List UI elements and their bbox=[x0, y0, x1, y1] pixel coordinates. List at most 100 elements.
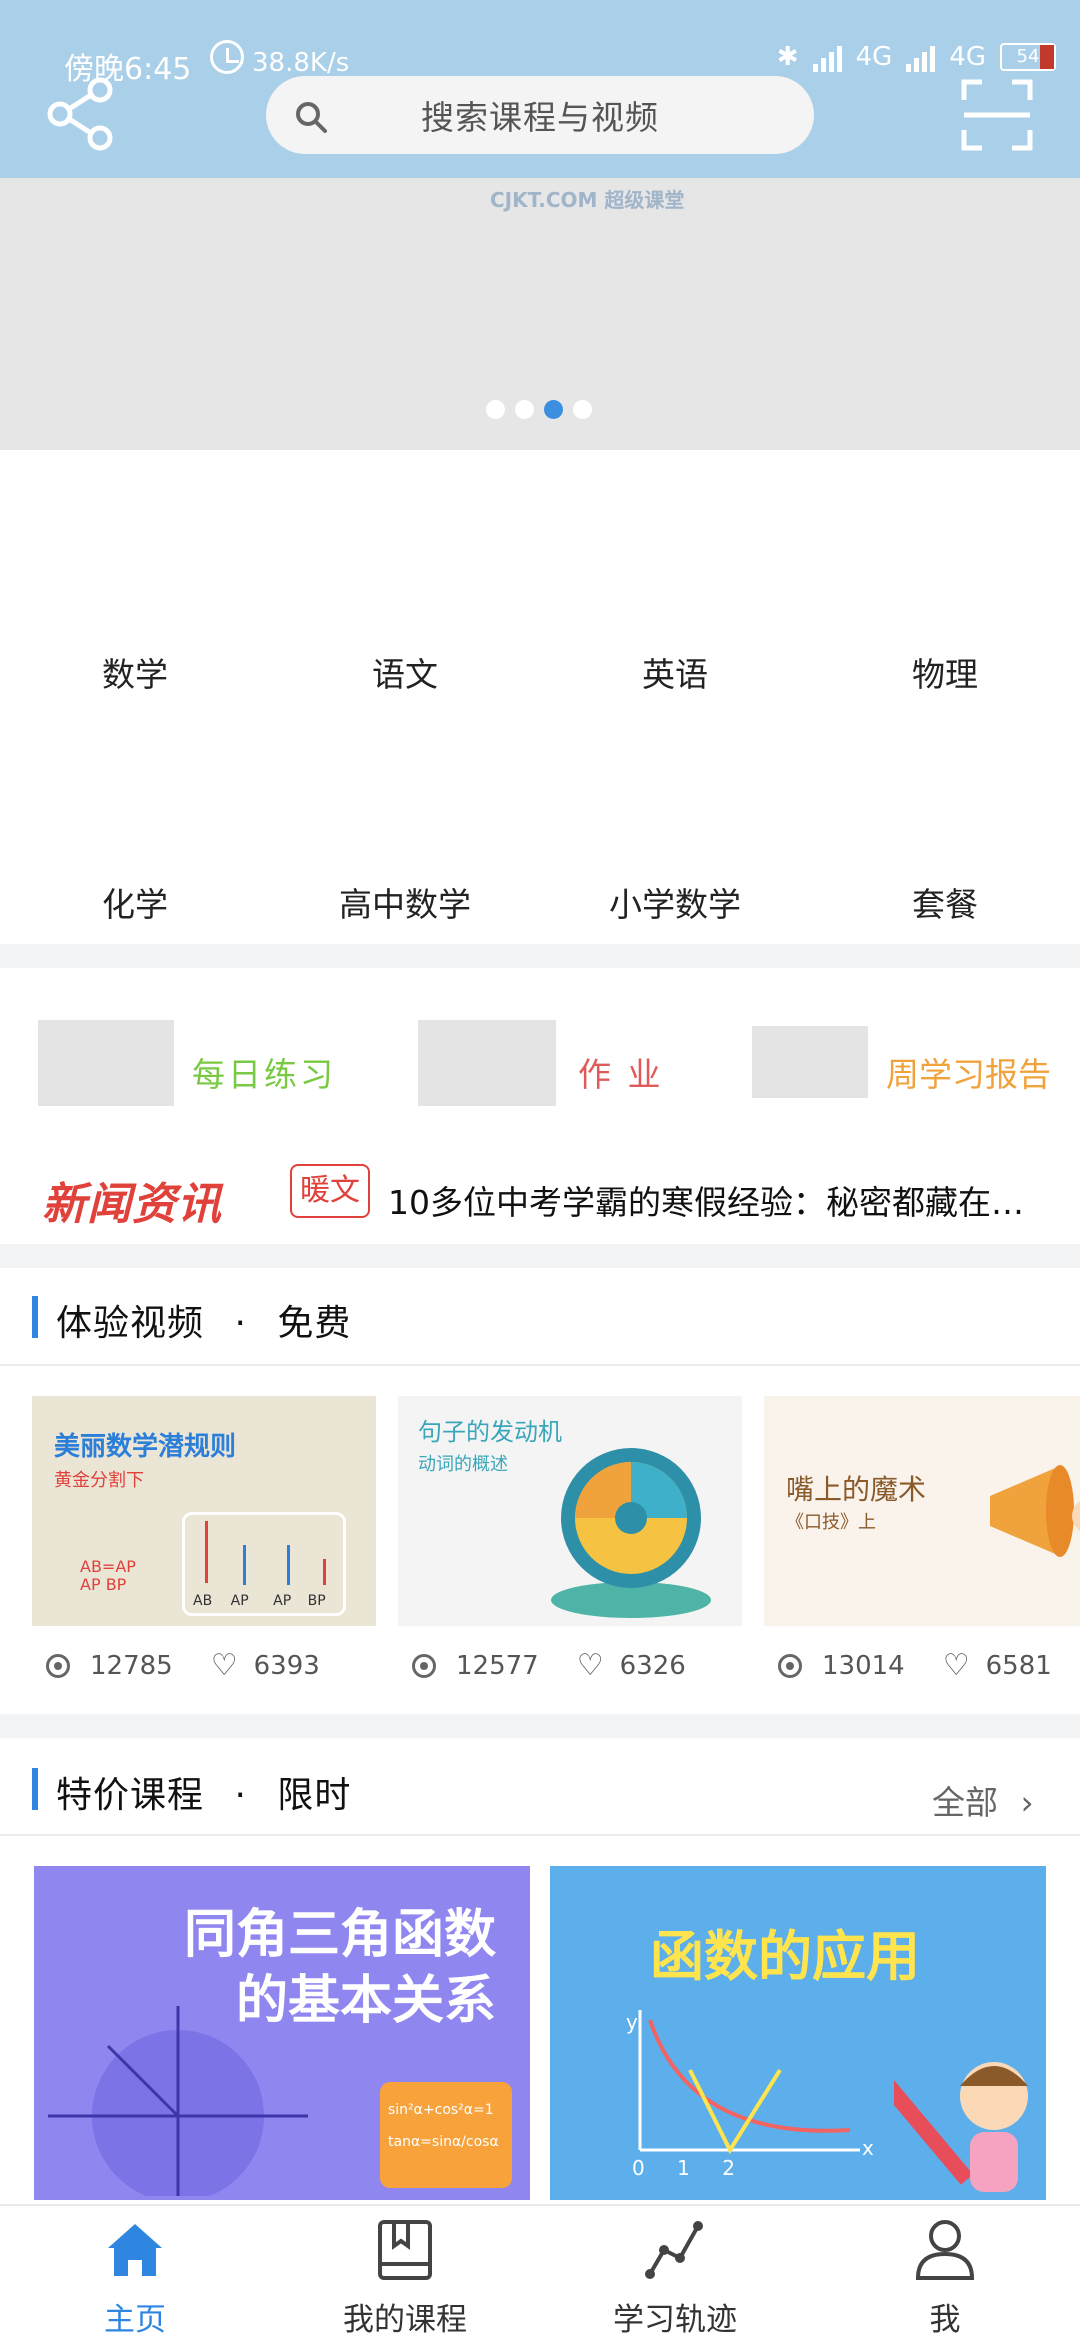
category-chemistry[interactable]: 化学 bbox=[0, 878, 270, 920]
nav-learning-track[interactable]: 学习轨迹 bbox=[540, 2206, 810, 2340]
category-english[interactable]: 英语 bbox=[540, 648, 810, 696]
heart-icon[interactable]: ♡ bbox=[577, 1648, 604, 1683]
carousel-dot[interactable] bbox=[573, 400, 592, 419]
news-tag: 暖文 bbox=[290, 1164, 370, 1218]
courses-title: 特价课程 bbox=[56, 1775, 205, 1816]
nav-my-courses[interactable]: 我的课程 bbox=[270, 2206, 540, 2340]
views-count: 12785 bbox=[90, 1650, 173, 1681]
daily-practice-thumbnail[interactable] bbox=[38, 1020, 174, 1106]
megaphone-illustration bbox=[990, 1465, 1080, 1557]
ratio-diagram: AB AP AP BP bbox=[182, 1512, 346, 1616]
video-stats-2: 12577 ♡ 6326 bbox=[412, 1648, 686, 1683]
category-chinese[interactable]: 语文 bbox=[270, 648, 540, 696]
nav-label: 我 bbox=[929, 2302, 961, 2338]
video-subtitle: 《口技》上 bbox=[786, 1512, 876, 1533]
view-all-link[interactable]: 全部 › bbox=[932, 1776, 1034, 1824]
battery-icon: 54 bbox=[1000, 43, 1056, 71]
category-math[interactable]: 数学 bbox=[0, 648, 270, 696]
unit-circle-diagram bbox=[48, 2006, 308, 2196]
banner-carousel[interactable]: CJKT.COM 超级课堂 bbox=[0, 178, 1080, 450]
weekly-report-label[interactable]: 周学习报告 bbox=[886, 1048, 1051, 1096]
news-logo[interactable]: 新闻资讯 bbox=[42, 1168, 222, 1232]
likes-count: 6326 bbox=[619, 1650, 686, 1681]
section-divider bbox=[0, 1244, 1080, 1268]
share-icon[interactable] bbox=[44, 76, 120, 152]
nav-label: 学习轨迹 bbox=[613, 2302, 737, 2338]
videos-subtitle: 免费 bbox=[277, 1303, 352, 1344]
category-primary-math[interactable]: 小学数学 bbox=[540, 878, 810, 920]
app-header: 傍晚6:45 38.8K/s ✱ 4G 4G 54 搜索课程与视频 bbox=[0, 0, 1080, 178]
weekly-report-thumbnail[interactable] bbox=[752, 1026, 868, 1098]
views-icon bbox=[778, 1653, 802, 1678]
category-package[interactable]: 套餐 bbox=[810, 878, 1080, 920]
person-icon bbox=[915, 2220, 975, 2280]
heart-icon[interactable]: ♡ bbox=[943, 1648, 970, 1683]
video-stats-1: 12785 ♡ 6393 bbox=[46, 1648, 320, 1683]
divider-line bbox=[0, 1834, 1080, 1836]
carousel-dots bbox=[486, 400, 592, 419]
girl-pencil-illustration bbox=[894, 2062, 1028, 2192]
divider-line bbox=[0, 1364, 1080, 1366]
videos-title: 体验视频 bbox=[56, 1303, 205, 1344]
views-icon bbox=[412, 1653, 436, 1678]
carousel-dot-active[interactable] bbox=[544, 400, 563, 419]
views-icon bbox=[46, 1653, 70, 1678]
net-speed: 38.8K/s bbox=[252, 48, 350, 78]
courses-section-title: 特价课程 · 限时 bbox=[56, 1766, 351, 1818]
view-all-label: 全部 bbox=[932, 1783, 998, 1822]
nav-home[interactable]: 主页 bbox=[0, 2206, 270, 2340]
signal-icon bbox=[812, 42, 842, 72]
section-divider bbox=[0, 944, 1080, 968]
homework-thumbnail[interactable] bbox=[418, 1020, 556, 1106]
ratio-formula: AB=AP AP BP bbox=[80, 1557, 136, 1594]
course-card-function-app[interactable]: 函数的应用 y x 0 1 2 bbox=[550, 1866, 1046, 2200]
daily-practice-label[interactable]: 每日练习 bbox=[192, 1048, 336, 1096]
heart-icon[interactable]: ♡ bbox=[211, 1648, 238, 1683]
nav-me[interactable]: 我 bbox=[810, 2206, 1080, 2340]
news-headline[interactable]: 10多位中考学霸的寒假经验：秘密都藏在… bbox=[388, 1176, 1058, 1224]
video-title: 美丽数学潜规则 bbox=[54, 1432, 237, 1462]
axis-ticks: 0 1 2 bbox=[632, 2156, 735, 2180]
category-physics[interactable]: 物理 bbox=[810, 648, 1080, 696]
section-divider bbox=[0, 1714, 1080, 1738]
homework-label[interactable]: 作 业 bbox=[578, 1048, 664, 1096]
watermark-logo: CJKT.COM 超级课堂 bbox=[490, 188, 685, 212]
chevron-right-icon: › bbox=[1020, 1783, 1034, 1822]
nav-label: 我的课程 bbox=[343, 2302, 467, 2338]
views-count: 13014 bbox=[822, 1650, 905, 1681]
videos-section-title: 体验视频 · 免费 bbox=[56, 1294, 351, 1346]
home-icon bbox=[108, 2224, 162, 2276]
video-subtitle: 动词的概述 bbox=[418, 1454, 508, 1475]
carousel-dot[interactable] bbox=[515, 400, 534, 419]
video-card-verb[interactable]: 句子的发动机 动词的概述 bbox=[398, 1396, 742, 1626]
carousel-dot[interactable] bbox=[486, 400, 505, 419]
video-card-ventriloquism[interactable]: 嘴上的魔术 《口技》上 bbox=[764, 1396, 1080, 1626]
search-bar[interactable]: 搜索课程与视频 bbox=[266, 76, 814, 154]
signal-icon-2 bbox=[906, 42, 936, 72]
course-card-trig[interactable]: 同角三角函数 的基本关系 sin²α+cos²α=1 tanα=sinα/cos… bbox=[34, 1866, 530, 2200]
search-icon bbox=[296, 102, 327, 133]
axis-x-label: x bbox=[862, 2136, 874, 2160]
likes-count: 6581 bbox=[985, 1650, 1052, 1681]
video-stats-3: 13014 ♡ 6581 bbox=[778, 1648, 1052, 1683]
wheel-illustration bbox=[551, 1448, 711, 1618]
course-title: 函数的应用 bbox=[650, 1925, 920, 1988]
network-label-1: 4G bbox=[855, 42, 893, 72]
nav-label: 主页 bbox=[104, 2302, 166, 2338]
network-label-2: 4G bbox=[949, 42, 986, 72]
formula-box: sin²α+cos²α=1 tanα=sinα/cosα bbox=[380, 2082, 512, 2188]
video-subtitle: 黄金分割下 bbox=[54, 1470, 144, 1491]
video-title: 句子的发动机 bbox=[418, 1418, 562, 1446]
trend-icon bbox=[645, 2221, 703, 2279]
views-count: 12577 bbox=[456, 1650, 539, 1681]
video-title: 嘴上的魔术 bbox=[786, 1473, 927, 1506]
section-accent-bar bbox=[32, 1296, 38, 1338]
likes-count: 6393 bbox=[253, 1650, 320, 1681]
status-bar: 傍晚6:45 38.8K/s ✱ 4G 4G 54 bbox=[0, 0, 1080, 87]
scan-icon[interactable] bbox=[960, 78, 1034, 152]
video-card-golden-ratio[interactable]: 美丽数学潜规则 黄金分割下 AB=AP AP BP AB AP AP BP bbox=[32, 1396, 376, 1626]
category-high-school-math[interactable]: 高中数学 bbox=[270, 878, 540, 920]
title-dot: · bbox=[234, 1775, 247, 1816]
bluetooth-icon: ✱ bbox=[776, 42, 799, 72]
courses-subtitle: 限时 bbox=[277, 1775, 352, 1816]
